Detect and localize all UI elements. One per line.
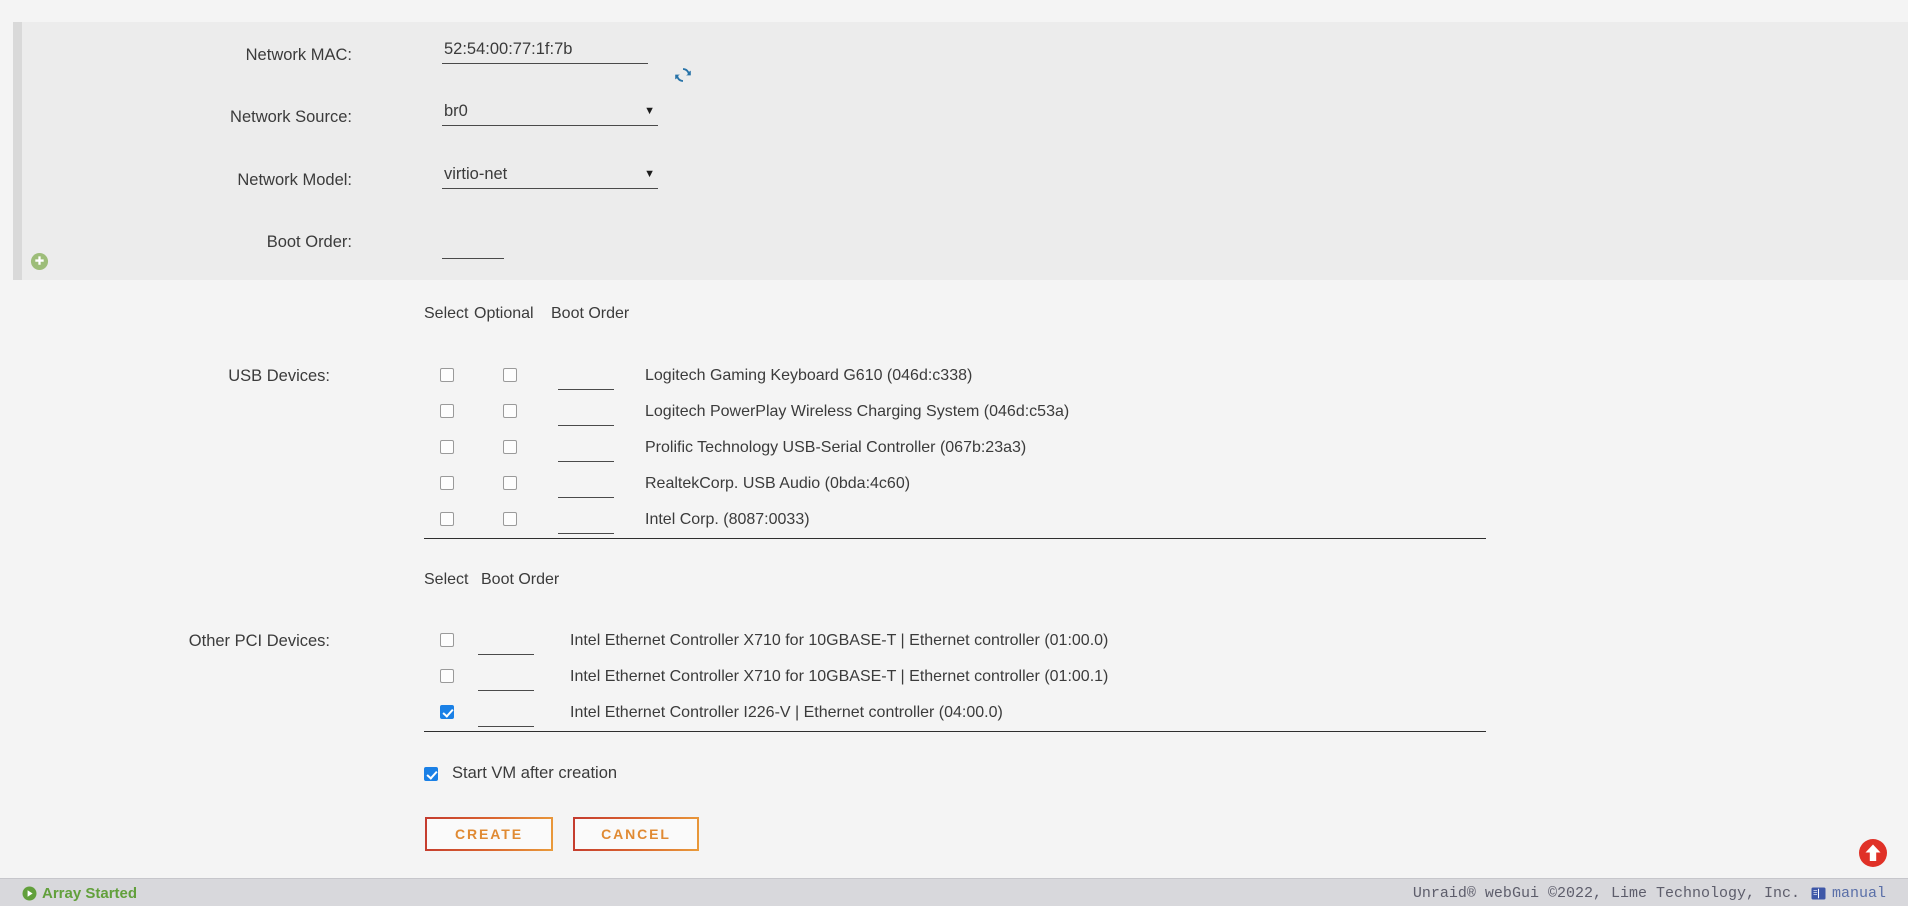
usb-column-boot-order: Boot Order	[551, 305, 630, 322]
table-row: Intel Ethernet Controller I226-V | Ether…	[0, 704, 1908, 740]
usb-boot-order-3[interactable]	[558, 476, 614, 498]
pci-device-name-0: Intel Ethernet Controller X710 for 10GBA…	[570, 632, 1109, 649]
book-icon	[1811, 887, 1826, 900]
usb-column-optional: Optional	[474, 305, 534, 322]
chevron-down-icon: ▼	[644, 105, 655, 117]
usb-table-divider	[424, 538, 1486, 539]
table-row: Intel Ethernet Controller X710 for 10GBA…	[0, 668, 1908, 704]
usb-boot-order-4[interactable]	[558, 512, 614, 534]
usb-device-name-4: Intel Corp. (8087:0033)	[645, 511, 810, 528]
usb-select-checkbox-2[interactable]	[440, 440, 454, 454]
array-status-text: Array Started	[42, 885, 138, 902]
usb-optional-checkbox-4[interactable]	[503, 512, 517, 526]
usb-optional-checkbox-0[interactable]	[503, 368, 517, 382]
start-vm-checkbox[interactable]	[424, 767, 438, 781]
footer-bar: Array Started Unraid® webGui ©2022, Lime…	[0, 878, 1908, 906]
pci-column-select: Select	[424, 571, 469, 588]
network-mac-label: Network MAC:	[245, 46, 352, 64]
plus-circle-icon[interactable]	[30, 252, 49, 271]
usb-column-select: Select	[424, 305, 469, 322]
network-settings-panel: Network MAC: Network Source: br0 ▼ Netwo…	[13, 22, 1908, 280]
form-row-boot-order: Boot Order:	[22, 227, 1908, 259]
usb-device-name-0: Logitech Gaming Keyboard G610 (046d:c338…	[645, 367, 973, 384]
network-source-label: Network Source:	[230, 108, 352, 126]
chevron-down-icon: ▼	[644, 168, 655, 180]
array-status[interactable]: Array Started	[22, 884, 137, 906]
refresh-icon[interactable]	[672, 64, 694, 86]
network-source-select[interactable]: br0 ▼	[442, 102, 658, 126]
play-circle-icon	[22, 886, 37, 906]
network-mac-control	[442, 40, 648, 64]
pci-select-checkbox-2[interactable]	[440, 705, 454, 719]
pci-device-name-1: Intel Ethernet Controller X710 for 10GBA…	[570, 668, 1109, 685]
form-row-network-model: Network Model: virtio-net ▼	[22, 165, 1908, 195]
network-source-control[interactable]: br0 ▼	[442, 102, 658, 126]
create-button[interactable]: CREATE	[425, 817, 553, 851]
boot-order-input[interactable]	[442, 235, 504, 259]
page-root: Network MAC: Network Source: br0 ▼ Netwo…	[0, 0, 1908, 906]
cancel-button[interactable]: CANCEL	[573, 817, 699, 851]
pci-select-checkbox-0[interactable]	[440, 633, 454, 647]
pci-select-checkbox-1[interactable]	[440, 669, 454, 683]
usb-optional-checkbox-3[interactable]	[503, 476, 517, 490]
table-row: Logitech Gaming Keyboard G610 (046d:c338…	[0, 367, 1908, 403]
arrow-up-circle-icon[interactable]	[1858, 838, 1888, 868]
pci-column-boot-order: Boot Order	[481, 571, 560, 588]
copyright-text: Unraid® webGui ©2022, Lime Technology, I…	[1412, 885, 1800, 902]
network-source-value: br0	[444, 102, 468, 120]
usb-boot-order-2[interactable]	[558, 440, 614, 462]
network-model-control[interactable]: virtio-net ▼	[442, 165, 658, 189]
pci-device-name-2: Intel Ethernet Controller I226-V | Ether…	[570, 704, 1003, 721]
network-model-value: virtio-net	[444, 165, 508, 183]
usb-boot-order-1[interactable]	[558, 404, 614, 426]
usb-select-checkbox-3[interactable]	[440, 476, 454, 490]
usb-device-name-2: Prolific Technology USB-Serial Controlle…	[645, 439, 1027, 456]
top-strip	[0, 0, 1908, 22]
table-row: Intel Ethernet Controller X710 for 10GBA…	[0, 632, 1908, 668]
table-row: RealtekCorp. USB Audio (0bda:4c60)	[0, 475, 1908, 511]
usb-select-checkbox-1[interactable]	[440, 404, 454, 418]
usb-select-checkbox-4[interactable]	[440, 512, 454, 526]
manual-link[interactable]: manual	[1832, 885, 1886, 902]
usb-device-name-1: Logitech PowerPlay Wireless Charging Sys…	[645, 403, 1070, 420]
pci-boot-order-0[interactable]	[478, 633, 534, 655]
table-row: Intel Corp. (8087:0033)	[0, 511, 1908, 547]
form-row-network-source: Network Source: br0 ▼	[22, 102, 1908, 132]
table-row: Prolific Technology USB-Serial Controlle…	[0, 439, 1908, 475]
pci-boot-order-2[interactable]	[478, 705, 534, 727]
usb-select-checkbox-0[interactable]	[440, 368, 454, 382]
pci-table-divider	[424, 731, 1486, 732]
boot-order-control	[442, 235, 504, 259]
form-row-network-mac: Network MAC:	[22, 40, 1908, 70]
usb-device-name-3: RealtekCorp. USB Audio (0bda:4c60)	[645, 475, 911, 492]
network-mac-input[interactable]	[442, 40, 648, 64]
network-model-label: Network Model:	[237, 171, 352, 189]
usb-optional-checkbox-1[interactable]	[503, 404, 517, 418]
start-vm-label: Start VM after creation	[452, 764, 618, 782]
pci-boot-order-1[interactable]	[478, 669, 534, 691]
table-row: Logitech PowerPlay Wireless Charging Sys…	[0, 403, 1908, 439]
usb-boot-order-0[interactable]	[558, 368, 614, 390]
boot-order-label: Boot Order:	[266, 233, 352, 251]
usb-optional-checkbox-2[interactable]	[503, 440, 517, 454]
network-model-select[interactable]: virtio-net ▼	[442, 165, 658, 189]
